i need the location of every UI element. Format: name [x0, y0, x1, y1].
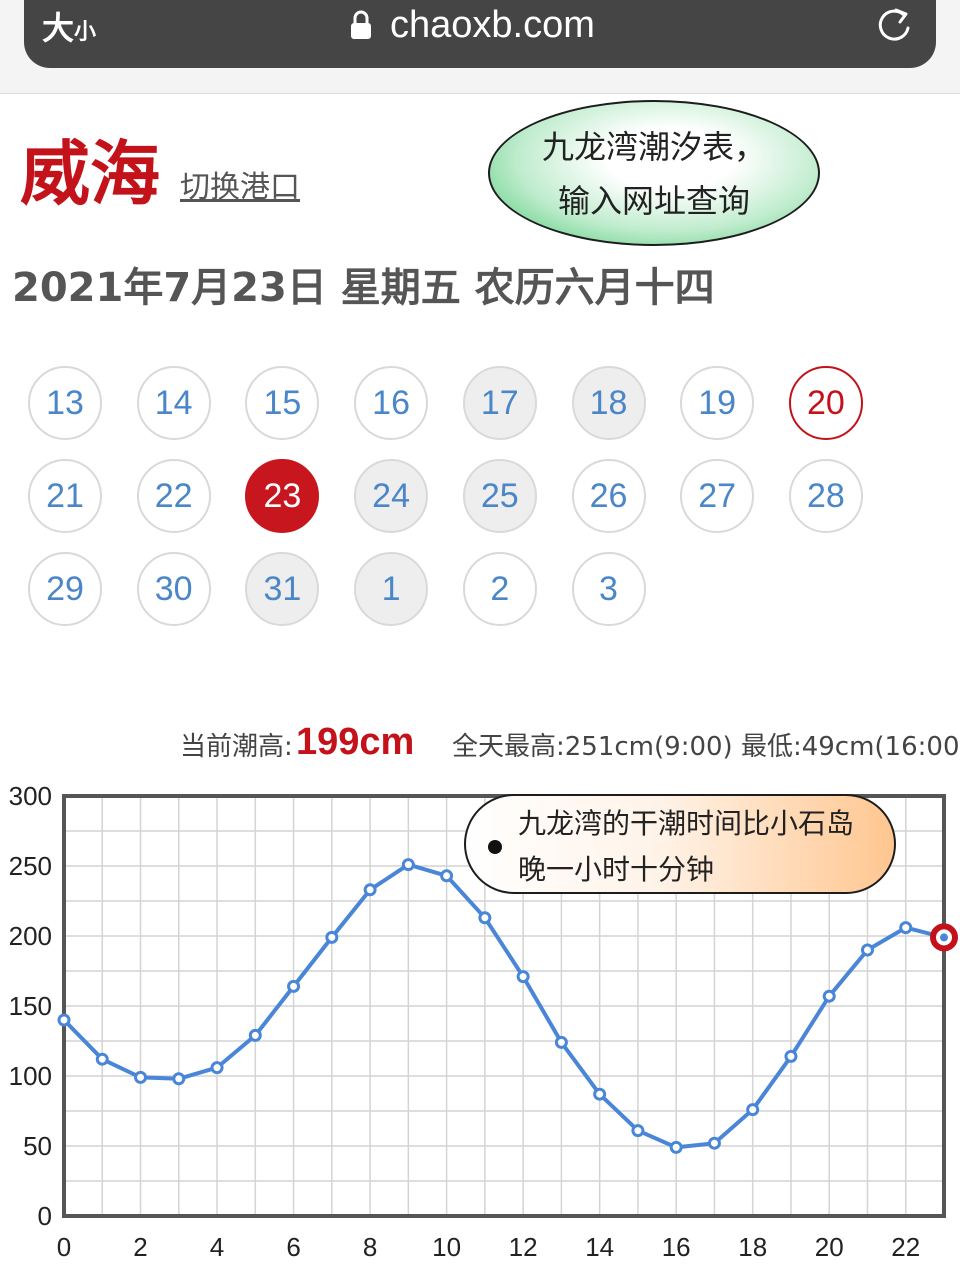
calendar-day[interactable]: 25 [462, 459, 537, 533]
calendar-day[interactable]: 24 [354, 459, 429, 533]
calendar-day[interactable]: 3 [571, 552, 646, 626]
promo-bubble: 九龙湾潮汐表， 输入网址查询 [488, 100, 820, 246]
calendar-day[interactable]: 21 [28, 459, 102, 533]
tide-data-point [401, 858, 415, 872]
tide-data-point [554, 1035, 568, 1049]
calendar-day[interactable]: 1 [354, 552, 429, 626]
day-range-text: 全天最高:251cm(9:00) 最低:49cm(16:00) [452, 732, 960, 762]
tide-data-point [746, 1103, 760, 1117]
tide-data-point [631, 1124, 645, 1138]
note-line: 九龙湾的干潮时间比小石岛 [518, 807, 855, 840]
tide-data-point [325, 930, 339, 944]
current-tide-value: 199cm [296, 721, 415, 763]
url-text[interactable]: chaoxb.com [390, 2, 595, 48]
x-tick-label: 20 [815, 1232, 844, 1262]
calendar-day[interactable]: 13 [28, 366, 102, 440]
tide-data-point [516, 970, 530, 984]
calendar-day[interactable]: 15 [245, 366, 320, 440]
tide-data-point [172, 1072, 186, 1086]
calendar-day[interactable]: 20 [788, 366, 863, 440]
y-tick-label: 200 [9, 921, 52, 951]
x-tick-label: 0 [57, 1232, 71, 1262]
y-tick-label: 0 [38, 1201, 52, 1231]
text-size-big-label: 大 [42, 9, 75, 47]
x-tick-label: 4 [210, 1232, 224, 1262]
calendar-day[interactable]: 23 [245, 459, 320, 533]
text-size-button[interactable]: 大小 [42, 8, 96, 53]
tide-data-point [860, 943, 874, 957]
calendar-day[interactable]: 27 [680, 459, 755, 533]
x-tick-label: 12 [509, 1232, 538, 1262]
tide-data-point [134, 1070, 148, 1084]
tide-data-point [95, 1052, 109, 1066]
current-tide-marker-dot [940, 933, 948, 942]
tide-data-point [707, 1136, 721, 1150]
calendar-day[interactable]: 22 [136, 459, 211, 533]
tide-data-point [210, 1061, 224, 1075]
y-tick-label: 100 [9, 1061, 52, 1091]
tide-stats: 当前潮高: 199cm 全天最高:251cm(9:00) 最低:49cm(16:… [180, 718, 960, 768]
calendar-day[interactable]: 2 [462, 552, 537, 626]
calendar-day[interactable]: 26 [571, 459, 646, 533]
lock-icon [351, 10, 371, 39]
tide-data-point [784, 1049, 798, 1063]
calendar-day[interactable]: 31 [245, 552, 320, 626]
text-size-small-label: 小 [74, 20, 97, 45]
x-tick-label: 18 [738, 1232, 767, 1262]
calendar-day[interactable]: 18 [571, 366, 646, 440]
calendar-day[interactable]: 28 [788, 459, 863, 533]
switch-port-link[interactable]: 切换港口 [180, 168, 300, 208]
tide-data-point [440, 869, 454, 883]
x-tick-label: 16 [662, 1232, 691, 1262]
y-tick-label: 150 [9, 991, 52, 1021]
tide-data-point [899, 921, 913, 935]
x-tick-label: 10 [432, 1232, 461, 1262]
city-title: 威海 [20, 133, 160, 215]
calendar-day[interactable]: 30 [136, 552, 211, 626]
y-tick-label: 50 [23, 1131, 52, 1161]
calendar-day[interactable]: 19 [680, 366, 755, 440]
promo-line: 输入网址查询 [557, 182, 750, 220]
tide-data-point [822, 989, 836, 1003]
x-tick-label: 8 [363, 1232, 377, 1262]
note-bubble: 九龙湾的干潮时间比小石岛 晚一小时十分钟 [464, 794, 896, 894]
x-tick-label: 14 [585, 1232, 614, 1262]
tide-data-point [248, 1028, 262, 1042]
x-tick-label: 2 [133, 1232, 147, 1262]
tide-data-point [669, 1140, 683, 1154]
calendar-day[interactable]: 29 [28, 552, 102, 626]
tide-data-point [593, 1087, 607, 1101]
x-tick-label: 6 [286, 1232, 300, 1262]
tide-data-point [478, 911, 492, 925]
date-line: 2021年7月23日 星期五 农历六月十四 [12, 265, 715, 311]
current-tide-label: 当前潮高: [180, 732, 293, 762]
x-tick-label: 22 [891, 1232, 920, 1262]
reload-icon[interactable] [874, 6, 914, 46]
note-line: 晚一小时十分钟 [518, 853, 715, 886]
promo-line: 九龙湾潮汐表， [541, 128, 766, 166]
tide-data-point [287, 979, 301, 993]
bullet-icon [488, 840, 502, 854]
browser-toolbar: 大小 chaoxb.com [0, 0, 960, 94]
calendar-day[interactable]: 14 [136, 366, 211, 440]
calendar-day[interactable]: 16 [354, 366, 429, 440]
address-bar[interactable]: 大小 chaoxb.com [24, 0, 936, 68]
tide-data-point [363, 883, 377, 897]
y-tick-label: 250 [9, 851, 52, 881]
calendar-day[interactable]: 17 [462, 366, 537, 440]
tide-data-point [57, 1013, 71, 1027]
y-tick-label: 300 [9, 781, 52, 811]
